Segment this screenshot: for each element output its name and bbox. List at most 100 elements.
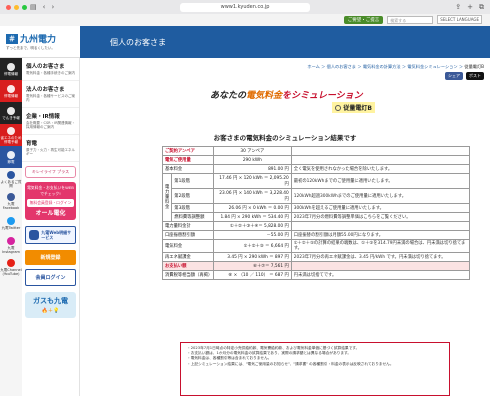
row-note: 全く電気を使用されなかった場合を除いたします。 bbox=[290, 164, 471, 174]
tier-note: 300kWhを超えるご使用量に適用いたします。 bbox=[290, 203, 471, 213]
youtube-icon bbox=[7, 258, 15, 267]
tier-name: 燃料費等調整額 bbox=[171, 212, 214, 222]
magnifier-icon bbox=[335, 104, 342, 111]
disclaimer-notes: 2023年7月1日時点の特定小売供給約款、電気需給約款、および電気料金単価に基づ… bbox=[180, 342, 450, 396]
nav-item-corporate[interactable]: 企業・IR情報 会社概要・CSR・IR関連情報・採用情報のご案内 bbox=[22, 108, 79, 135]
language-select[interactable]: SELECT LANGUAGE bbox=[437, 15, 482, 24]
row-note: 円未満は切捨てです。 bbox=[290, 270, 471, 280]
table-row: 電力量料金計 ①＋②＋③＋④＝ 5,828.00 円 bbox=[162, 221, 471, 231]
row-value: －55.00 円 bbox=[212, 230, 292, 240]
table-row: お支払い額 ⑥＋⑦＝ 7,561 円 bbox=[162, 261, 471, 271]
rail-item-instagram[interactable]: 九電Instagram bbox=[0, 234, 22, 256]
flame-plus-icon: 🔥＋💡 bbox=[41, 307, 60, 314]
nav-item-ikuden[interactable]: 育電 原子力・火力・再生可能エネルギー bbox=[22, 135, 79, 162]
site-logo[interactable]: ＃ 九州電力 ずっと先まで、明るくしたい。 bbox=[0, 26, 80, 58]
table-row: 口座振替割引額 －55.00 円 口座振替の割引額は月額55.00円になります。 bbox=[162, 230, 471, 240]
breadcrumb-current: 従量電灯B bbox=[464, 64, 484, 69]
tier-calc: 23.06 円 × 140 kWh ＝ 3,228.40 円 bbox=[212, 188, 292, 204]
minimize-window-icon[interactable] bbox=[14, 5, 19, 10]
table-row: 電気ご使用量 290 kWh bbox=[162, 155, 471, 165]
rail-item-outage[interactable]: 停電情報 bbox=[0, 58, 22, 80]
site-search-input[interactable]: 検索する bbox=[387, 15, 434, 24]
sidebar-toggle-icon[interactable]: ▤ bbox=[30, 3, 37, 11]
icon-rail: 停電情報 停電情報 でんき予報 省エネのため停電予報 節電 よくあるご質問 九電… bbox=[0, 58, 22, 396]
tabs-overview-icon[interactable]: ⧉ bbox=[479, 3, 484, 12]
web-statement-banner[interactable]: 九電Web明細サービス bbox=[25, 225, 76, 244]
instagram-icon bbox=[7, 236, 15, 245]
close-window-icon[interactable] bbox=[6, 5, 11, 10]
back-icon[interactable]: ‹ bbox=[43, 3, 46, 11]
alert-icon bbox=[7, 84, 15, 93]
breadcrumb-calc[interactable]: 電気料金の計算方法 bbox=[363, 64, 401, 69]
plan-badge: 従量電灯B bbox=[332, 102, 375, 113]
table-row: 電力量料金 第1段階 17.46 円 × 120 kWh ＝ 2,095.20 … bbox=[161, 173, 471, 222]
row-note bbox=[290, 221, 471, 231]
tier-calc: 17.46 円 × 120 kWh ＝ 2,095.20 円 bbox=[212, 173, 292, 189]
schedule-icon bbox=[7, 126, 15, 135]
forecast-icon bbox=[7, 106, 15, 115]
gas-banner[interactable]: ガスも九電 🔥＋💡 bbox=[25, 291, 76, 318]
table-row: 基本料金 891.00 円 全く電気を使用されなかった場合を除いたします。 bbox=[162, 164, 471, 174]
table-row: 再エネ賦課金 3.45 円 × 290 kWh ＝ 897 円 2023年7月分… bbox=[162, 252, 471, 262]
register-button[interactable]: 新規登録 bbox=[25, 249, 76, 265]
tier-name: 第1段階 bbox=[171, 173, 214, 189]
window-controls[interactable] bbox=[6, 5, 27, 10]
new-tab-icon[interactable]: + bbox=[467, 3, 473, 12]
logo-name: 九州電力 bbox=[20, 35, 57, 45]
saving-icon bbox=[7, 150, 15, 159]
row-label: お支払い額 bbox=[162, 261, 214, 271]
rail-item-alert[interactable]: 停電情報 bbox=[0, 80, 22, 102]
kirei-life-banner[interactable]: キレイライフ プラス bbox=[25, 165, 76, 178]
row-note: ①＋②＋⑤の計算の結果の端数は、①＋⑤を314.79円未満の場合は、円未満は切り… bbox=[290, 239, 471, 253]
result-heading: お客さまの電気料金のシミュレーション結果です bbox=[213, 134, 357, 142]
row-value: ⑥＋⑦＝ 7,561 円 bbox=[212, 261, 292, 271]
web-member-banner[interactable]: 電気料金・お支払いをWEBでチェック! 無料会員登録・ログイン オール電化 bbox=[25, 181, 76, 220]
row-label: 電力量料金計 bbox=[162, 221, 214, 231]
rail-item-schedule[interactable]: 省エネのため停電予報 bbox=[0, 124, 22, 146]
share-icon[interactable]: ⇪ bbox=[455, 3, 461, 12]
title-lead-1: あなたの bbox=[210, 91, 247, 101]
feedback-link[interactable]: ご要望・ご提言 bbox=[343, 15, 384, 24]
forward-icon[interactable]: › bbox=[51, 3, 54, 11]
row-label: 再エネ賦課金 bbox=[162, 252, 214, 262]
kyuden-logo-icon: ＃ bbox=[6, 33, 18, 44]
rail-item-saving[interactable]: 節電 bbox=[0, 146, 22, 168]
row-value: 891.00 円 bbox=[212, 164, 292, 174]
rail-item-twitter[interactable]: 九電Twitter bbox=[0, 212, 22, 234]
breadcrumb-personal[interactable]: 個人のお客さま bbox=[327, 64, 356, 69]
row-label: ご契約アンペア bbox=[162, 146, 214, 156]
row-value: ⑧ × （10 ／ 110） ＝ 687 円 bbox=[212, 270, 292, 280]
row-label: 口座振替割引額 bbox=[162, 230, 214, 240]
tier-note[interactable]: 2023年7月分の燃料費等調整単価はこちらをご覧ください。 bbox=[290, 212, 471, 222]
tier-note: 最初の120kWhまでのご使用量に適用いたします。 bbox=[290, 173, 471, 189]
row-label: 電気ご使用量 bbox=[162, 155, 214, 165]
row-value: 30 アンペア bbox=[212, 146, 292, 156]
energy-charge-label: 電力量料金 bbox=[161, 173, 173, 222]
nav-item-business[interactable]: 法人のお客さま 電気料金・各種サービスのご案内 bbox=[22, 81, 79, 108]
breadcrumb-home[interactable]: ホーム bbox=[307, 64, 319, 69]
row-label: 基本料金 bbox=[162, 164, 214, 174]
rail-item-youtube[interactable]: 九電Channel (YouTube) bbox=[0, 256, 22, 278]
simulation-title-banner: あなたの電気料金をシミュレーション 従量電灯B bbox=[210, 88, 375, 118]
row-note: 口座振替の割引額は月額55.00円になります。 bbox=[290, 230, 471, 240]
faq-icon bbox=[7, 170, 15, 179]
row-note bbox=[290, 146, 471, 156]
nav-item-personal[interactable]: 個人のお客さま 電気料金・各種手続きのご案内 bbox=[22, 58, 79, 81]
table-row: 燃料費等調整額 1.84 円 × 290 kWh ＝ 534.40 円 2023… bbox=[163, 212, 471, 222]
address-bar[interactable]: www1.kyuden.co.jp bbox=[180, 3, 310, 12]
logo-tagline: ずっと先まで、明るくしたい。 bbox=[6, 46, 55, 50]
rail-item-faq[interactable]: よくあるご質問 bbox=[0, 168, 22, 190]
row-value: 290 kWh bbox=[212, 155, 292, 165]
title-lead-3: をシミュレーション bbox=[282, 91, 363, 101]
row-note bbox=[290, 261, 471, 271]
tier-note: 120kWh超過300kWhまでのご使用量に適用いたします。 bbox=[290, 188, 471, 204]
maximize-window-icon[interactable] bbox=[22, 5, 27, 10]
x-post-button[interactable]: ポスト bbox=[466, 72, 484, 80]
row-label: 消費税等相当額（再掲） bbox=[162, 270, 214, 280]
rail-item-forecast[interactable]: でんき予報 bbox=[0, 102, 22, 124]
breadcrumb-simulation[interactable]: 電気料金シミュレーション bbox=[407, 64, 457, 69]
member-login-button[interactable]: 会員ログイン bbox=[25, 268, 76, 286]
row-note: 2023年7月分の再エネ賦課金は、3.45 円/kWh です。円未満は切り捨てま… bbox=[290, 252, 471, 262]
facebook-share-button[interactable]: シェア bbox=[445, 72, 463, 80]
rail-item-facebook[interactable]: 九電Facebook bbox=[0, 190, 22, 212]
